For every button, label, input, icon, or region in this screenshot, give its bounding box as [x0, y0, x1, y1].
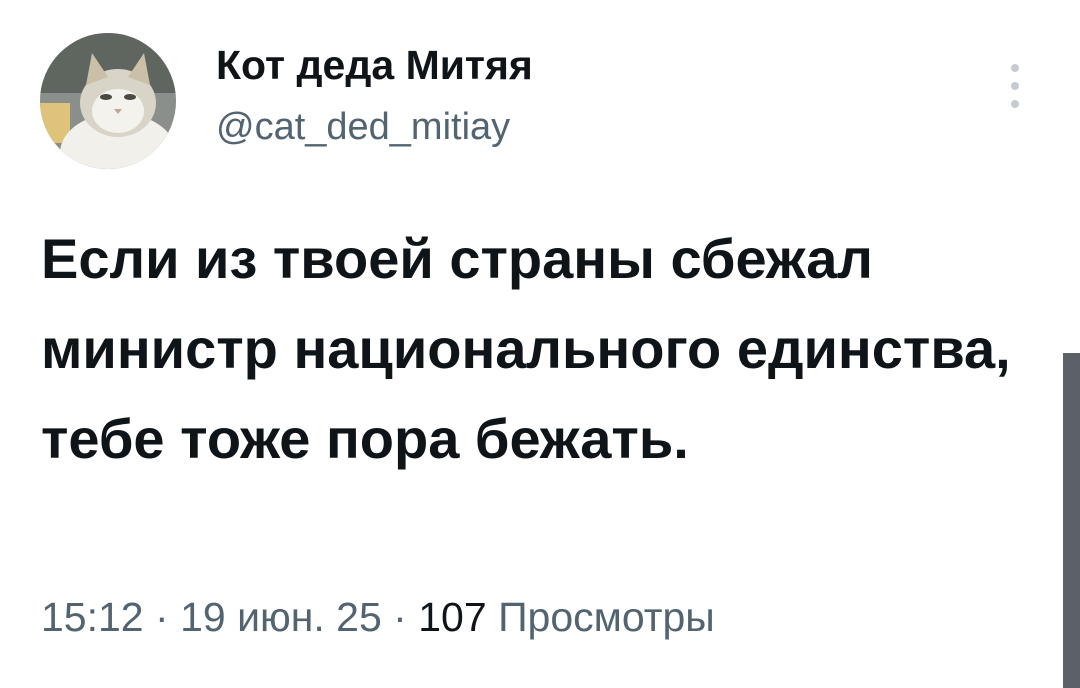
tweet-meta: 15:12 · 19 июн. 25 · 107 Просмотры	[41, 590, 715, 644]
more-options-button[interactable]	[996, 56, 1036, 116]
avatar[interactable]	[40, 33, 176, 169]
tweet-time[interactable]: 15:12	[41, 594, 144, 640]
author-handle[interactable]: @cat_ded_mitiay	[216, 104, 510, 150]
cat-avatar-image	[40, 33, 176, 169]
tweet-text: Если из твоей страны сбежал министр наци…	[41, 227, 1011, 470]
tweet-date[interactable]: 19 июн. 25	[180, 594, 382, 640]
author-display-name[interactable]: Кот деда Митяя	[216, 40, 533, 90]
views-label: Просмотры	[498, 594, 715, 640]
views-count: 107	[418, 594, 487, 640]
scrollbar[interactable]	[1063, 353, 1080, 688]
meta-separator: ·	[155, 594, 169, 640]
meta-separator: ·	[393, 594, 407, 640]
